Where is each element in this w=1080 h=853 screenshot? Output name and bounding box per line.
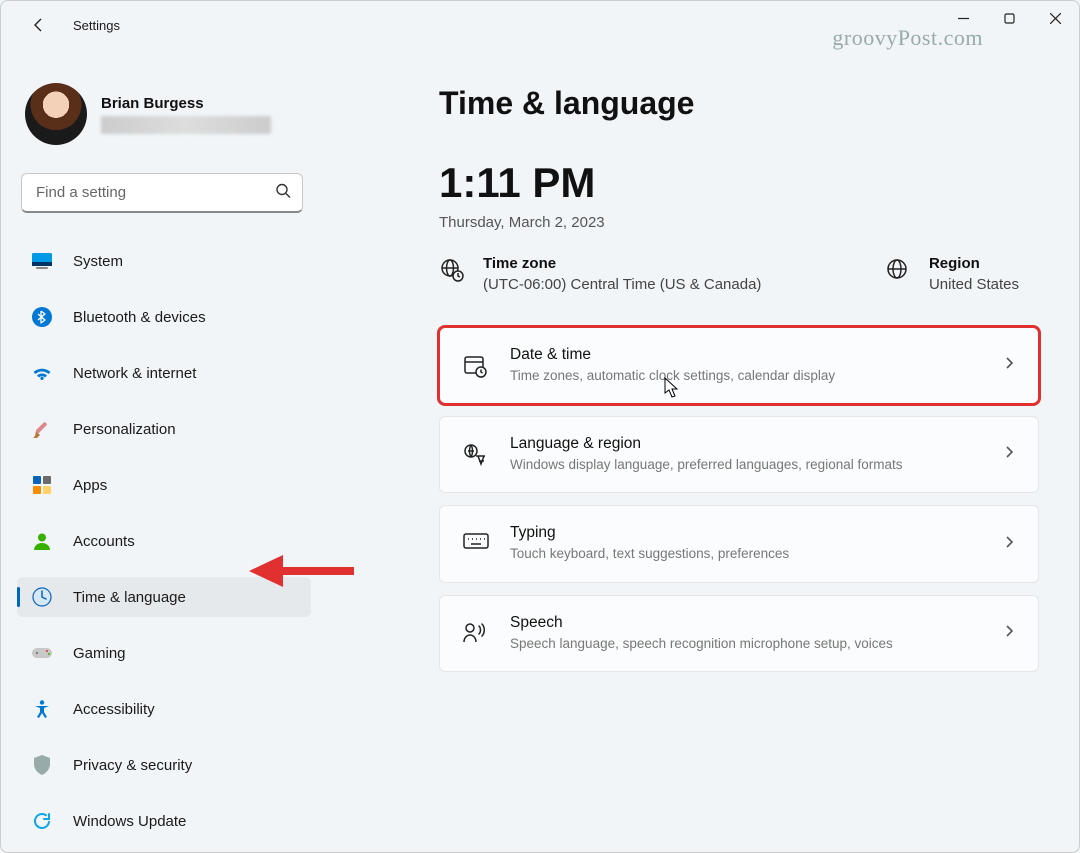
shield-icon	[31, 754, 53, 776]
gaming-icon	[31, 642, 53, 664]
nav-label: Apps	[73, 477, 107, 494]
sidebar-item-accessibility[interactable]: Accessibility	[17, 689, 311, 729]
sidebar-item-accounts[interactable]: Accounts	[17, 521, 311, 561]
accessibility-icon	[31, 698, 53, 720]
settings-window: Settings groovyPost.com Brian Burgess	[0, 0, 1080, 853]
timezone-label: Time zone	[483, 255, 761, 272]
sidebar-item-gaming[interactable]: Gaming	[17, 633, 311, 673]
globe-icon	[885, 257, 911, 283]
current-date: Thursday, March 2, 2023	[439, 214, 1039, 231]
card-speech[interactable]: Speech Speech language, speech recogniti…	[439, 595, 1039, 672]
profile-name: Brian Burgess	[101, 95, 271, 112]
titlebar: Settings groovyPost.com	[1, 1, 1079, 49]
keyboard-icon	[462, 531, 488, 557]
main-content: Time & language 1:11 PM Thursday, March …	[319, 49, 1079, 852]
nav-label: Accessibility	[73, 701, 155, 718]
chevron-right-icon	[1002, 535, 1016, 554]
sidebar-item-personalization[interactable]: Personalization	[17, 409, 311, 449]
app-title: Settings	[73, 18, 120, 33]
close-button[interactable]	[1032, 2, 1078, 34]
sidebar-item-bluetooth[interactable]: Bluetooth & devices	[17, 297, 311, 337]
arrow-left-icon	[31, 17, 47, 33]
nav-label: Bluetooth & devices	[73, 309, 206, 326]
region-block[interactable]: Region United States	[885, 255, 1019, 293]
chevron-right-icon	[1002, 356, 1016, 375]
card-typing[interactable]: Typing Touch keyboard, text suggestions,…	[439, 505, 1039, 582]
update-icon	[31, 810, 53, 832]
info-row: Time zone (UTC-06:00) Central Time (US &…	[439, 255, 1039, 293]
chevron-right-icon	[1002, 445, 1016, 464]
profile-email-redacted	[101, 116, 271, 134]
card-desc: Touch keyboard, text suggestions, prefer…	[510, 545, 980, 563]
nav-label: Network & internet	[73, 365, 196, 382]
bluetooth-icon	[31, 306, 53, 328]
sidebar-item-system[interactable]: System	[17, 241, 311, 281]
sidebar-item-privacy[interactable]: Privacy & security	[17, 745, 311, 785]
speech-icon	[462, 620, 488, 646]
search-wrap	[21, 173, 303, 213]
card-desc: Speech language, speech recognition micr…	[510, 635, 980, 653]
accounts-icon	[31, 530, 53, 552]
card-title: Date & time	[510, 346, 980, 364]
card-desc: Windows display language, preferred lang…	[510, 456, 980, 474]
sidebar-item-apps[interactable]: Apps	[17, 465, 311, 505]
card-language-region[interactable]: Language & region Windows display langua…	[439, 416, 1039, 493]
calendar-clock-icon	[462, 353, 488, 379]
minimize-button[interactable]	[940, 2, 986, 34]
nav-label: Accounts	[73, 533, 135, 550]
paintbrush-icon	[31, 418, 53, 440]
region-value: United States	[929, 276, 1019, 293]
nav-list: System Bluetooth & devices Network & int…	[17, 231, 311, 852]
system-icon	[31, 250, 53, 272]
nav-label: Gaming	[73, 645, 126, 662]
search-input[interactable]	[21, 173, 303, 213]
maximize-icon	[1004, 13, 1015, 24]
window-controls	[940, 2, 1078, 34]
apps-icon	[31, 474, 53, 496]
back-button[interactable]	[21, 7, 57, 43]
card-title: Language & region	[510, 435, 980, 453]
current-time: 1:11 PM	[439, 162, 1039, 204]
nav-label: Personalization	[73, 421, 176, 438]
clock-globe-icon	[31, 586, 53, 608]
language-icon	[462, 442, 488, 468]
nav-label: System	[73, 253, 123, 270]
page-title: Time & language	[439, 85, 1039, 122]
sidebar: Brian Burgess System	[1, 49, 319, 852]
timezone-block[interactable]: Time zone (UTC-06:00) Central Time (US &…	[439, 255, 761, 293]
region-label: Region	[929, 255, 1019, 272]
maximize-button[interactable]	[986, 2, 1032, 34]
wifi-icon	[31, 362, 53, 384]
nav-label: Privacy & security	[73, 757, 192, 774]
timezone-value: (UTC-06:00) Central Time (US & Canada)	[483, 276, 761, 293]
sidebar-item-windows-update[interactable]: Windows Update	[17, 801, 311, 841]
avatar	[25, 83, 87, 145]
profile-block[interactable]: Brian Burgess	[17, 63, 311, 173]
chevron-right-icon	[1002, 624, 1016, 643]
card-date-time[interactable]: Date & time Time zones, automatic clock …	[439, 327, 1039, 404]
sidebar-item-time-language[interactable]: Time & language	[17, 577, 311, 617]
sidebar-item-network[interactable]: Network & internet	[17, 353, 311, 393]
card-title: Speech	[510, 614, 980, 632]
search-icon	[275, 183, 291, 204]
timezone-icon	[439, 257, 465, 283]
close-icon	[1050, 13, 1061, 24]
minimize-icon	[958, 13, 969, 24]
card-title: Typing	[510, 524, 980, 542]
nav-label: Time & language	[73, 589, 186, 606]
nav-label: Windows Update	[73, 813, 186, 830]
card-desc: Time zones, automatic clock settings, ca…	[510, 367, 980, 385]
